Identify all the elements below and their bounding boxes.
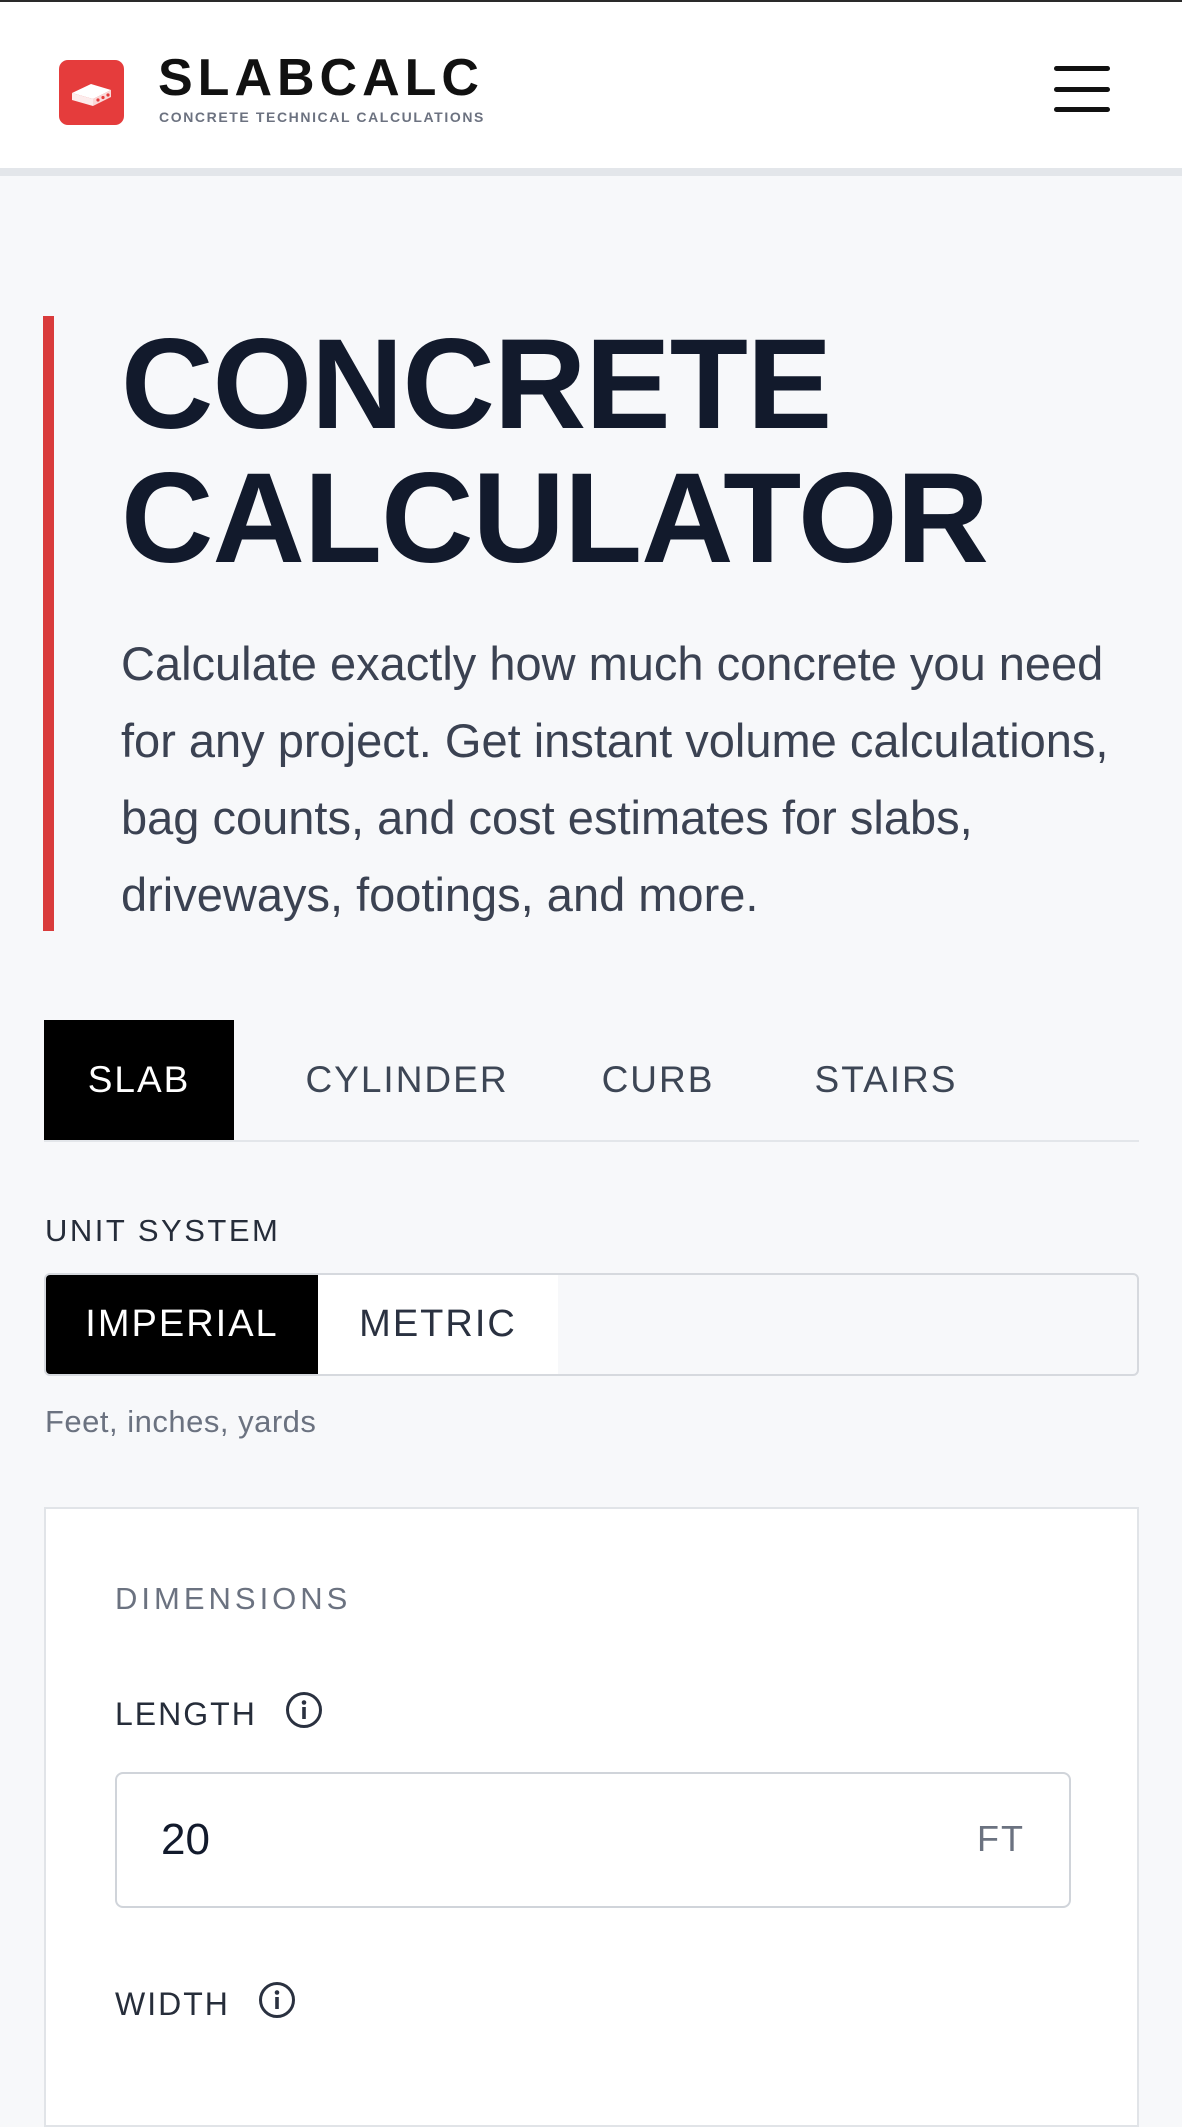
- calculator-tabs: SLAB CYLINDER CURB STAIRS: [44, 1020, 1139, 1142]
- page-title: CONCRETE CALCULATOR: [121, 318, 1121, 586]
- tab-stairs[interactable]: STAIRS: [788, 1020, 984, 1140]
- concrete-slab-icon[interactable]: [59, 60, 124, 125]
- hero-accent-bar: [43, 316, 54, 931]
- unit-imperial-button[interactable]: IMPERIAL: [46, 1275, 318, 1374]
- site-header: SLABCALC CONCRETE TECHNICAL CALCULATIONS: [0, 2, 1182, 176]
- page-title-line: CALCULATOR: [121, 447, 989, 590]
- brand-tagline: CONCRETE TECHNICAL CALCULATIONS: [159, 109, 485, 125]
- width-label: WIDTH: [115, 1981, 296, 2027]
- brand-name[interactable]: SLABCALC: [158, 52, 484, 104]
- menu-line: [1054, 66, 1110, 71]
- length-field[interactable]: FT: [115, 1772, 1071, 1908]
- info-circle-icon[interactable]: [285, 1691, 323, 1737]
- hamburger-menu-icon[interactable]: [1054, 66, 1110, 112]
- width-label-text: WIDTH: [115, 1985, 230, 2022]
- menu-line: [1054, 86, 1110, 92]
- length-input[interactable]: [161, 1804, 921, 1876]
- length-unit: FT: [977, 1818, 1025, 1859]
- length-label: LENGTH: [115, 1691, 323, 1737]
- tab-cylinder[interactable]: CYLINDER: [280, 1020, 534, 1140]
- unit-system-toggle: IMPERIAL METRIC: [44, 1273, 1139, 1376]
- unit-metric-button[interactable]: METRIC: [318, 1275, 558, 1374]
- length-label-text: LENGTH: [115, 1695, 257, 1732]
- tab-curb[interactable]: CURB: [576, 1020, 740, 1140]
- unit-system-hint: Feet, inches, yards: [45, 1404, 317, 1439]
- unit-system-label: UNIT SYSTEM: [45, 1213, 281, 1248]
- dimensions-card: DIMENSIONS LENGTH FT WIDTH: [44, 1507, 1139, 2127]
- tab-slab[interactable]: SLAB: [44, 1020, 234, 1140]
- page-description: Calculate exactly how much concrete you …: [121, 637, 1109, 921]
- menu-line: [1054, 107, 1110, 112]
- dimensions-title: DIMENSIONS: [115, 1581, 352, 1616]
- page-title-line: CONCRETE: [121, 313, 832, 456]
- info-circle-icon[interactable]: [258, 1981, 296, 2027]
